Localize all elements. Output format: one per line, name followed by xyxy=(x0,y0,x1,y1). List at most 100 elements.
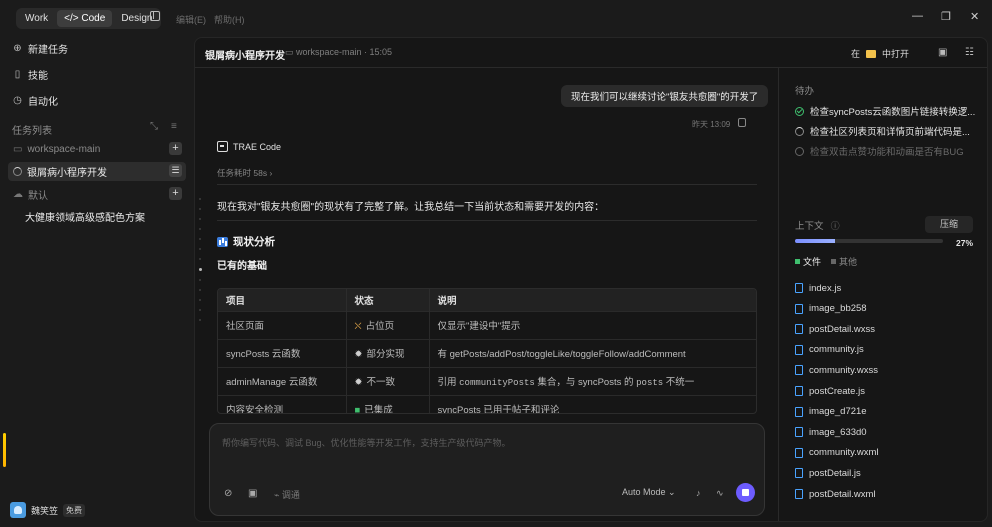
workspace-group-label: workspace-main xyxy=(27,144,101,155)
avatar xyxy=(10,502,26,518)
add-task-button[interactable]: + xyxy=(169,142,182,155)
todo-title: 待办 xyxy=(795,86,815,97)
file-icon xyxy=(795,324,803,335)
basis-heading: 已有的基础 xyxy=(217,261,267,272)
divider xyxy=(217,220,757,221)
skills-button[interactable]: ▯ 技能 xyxy=(12,65,48,83)
cell-note: 引用 communityPosts 集合，与 syncPosts 的 posts… xyxy=(429,366,756,395)
file-item[interactable]: postDetail.wxml xyxy=(795,487,876,501)
file-item[interactable]: community.wxss xyxy=(795,363,878,377)
info-icon[interactable]: ⓘ xyxy=(831,221,840,231)
clock-icon: ◷ xyxy=(13,94,22,106)
file-item[interactable]: index.js xyxy=(795,281,841,295)
open-in-button[interactable]: 在 中打开 xyxy=(851,47,909,60)
file-item[interactable]: postDetail.wxss xyxy=(795,322,875,336)
file-item[interactable]: postCreate.js xyxy=(795,384,865,398)
file-icon xyxy=(795,489,803,499)
menu-edit[interactable]: 编辑(E) xyxy=(176,13,206,26)
cell-status: ■ 已集成 xyxy=(346,394,430,413)
todo-item[interactable]: 检查双击点赞功能和动画是否有BUG xyxy=(795,144,964,158)
tune-button[interactable]: ⌁ 调通 xyxy=(274,488,300,501)
col-header-status: 状态 xyxy=(346,289,430,311)
cell-note: 有 getPosts/addPost/toggleLike/toggleFoll… xyxy=(429,338,756,367)
task-item-active[interactable]: 银屑病小程序开发 ☰ xyxy=(8,162,186,181)
filter-icon[interactable]: ≡ xyxy=(171,121,177,132)
panel-divider xyxy=(778,68,779,521)
image-icon[interactable]: ▣ xyxy=(248,488,257,499)
construction-icon: ⛌ xyxy=(354,321,362,332)
file-name: community.wxss xyxy=(809,364,878,376)
note-text: 引用 xyxy=(437,377,457,388)
check-circle-icon xyxy=(795,106,804,116)
gear-icon: ✹ xyxy=(354,349,363,360)
table-row: syncPosts 云函数 ✹ 部分实现 有 getPosts/addPost/t… xyxy=(218,338,756,367)
mode-code-button[interactable]: </> Code xyxy=(57,10,113,27)
voice-wave-icon[interactable]: ∿ xyxy=(716,488,724,499)
menu-help[interactable]: 帮助(H) xyxy=(214,13,245,26)
title-bar: Work </> Code Design 编辑(E) 帮助(H) — ❐ ✕ xyxy=(0,0,992,36)
todo-text: 检查双击点赞功能和动画是否有BUG xyxy=(810,147,964,158)
file-icon xyxy=(795,283,803,293)
default-group[interactable]: ☁ 默认 + xyxy=(8,185,186,204)
file-icon xyxy=(795,365,803,376)
file-item[interactable]: image_633d0 xyxy=(795,425,867,439)
tab-files[interactable]: 文件 xyxy=(795,255,821,268)
add-task-button-default[interactable]: + xyxy=(169,187,182,200)
automation-button[interactable]: ◷ 自动化 xyxy=(12,91,58,109)
file-icon xyxy=(795,447,803,458)
attach-icon[interactable]: ⊘ xyxy=(224,488,232,499)
table-row: 社区页面 ⛌ 占位页 仅显示"建设中"提示 xyxy=(218,310,756,339)
automation-label: 自动化 xyxy=(28,96,58,108)
file-item[interactable]: image_d721e xyxy=(795,405,867,419)
note-text: 集合，与 syncPosts 的 xyxy=(537,377,634,388)
context-header: 上下文 ⓘ 压缩 xyxy=(795,216,973,234)
stop-button[interactable] xyxy=(736,483,755,502)
status-text: 部分实现 xyxy=(366,349,405,360)
file-icon xyxy=(795,468,803,479)
mode-work-button[interactable]: Work xyxy=(18,10,55,27)
cell-item: 内容安全检测 xyxy=(218,394,347,413)
file-item[interactable]: image_bb258 xyxy=(795,302,867,316)
context-percent: 27% xyxy=(956,238,974,248)
cell-note: syncPosts 已用于帖子和评论 xyxy=(429,394,756,413)
message-time: 昨天 13:09 xyxy=(692,120,731,129)
task-menu-icon[interactable]: ☰ xyxy=(169,164,182,177)
close-icon[interactable]: ✕ xyxy=(970,10,979,23)
workspace-group[interactable]: ▭ workspace-main + xyxy=(8,140,186,159)
todo-item[interactable]: 检查syncPosts云函数图片链接转换逻... xyxy=(795,104,975,118)
file-name: postCreate.js xyxy=(809,385,865,397)
tab-other[interactable]: 其他 xyxy=(831,255,857,268)
table-row: 内容安全检测 ■ 已集成 syncPosts 已用于帖子和评论 xyxy=(218,394,756,413)
user-profile[interactable]: 魏笑笠 免费 xyxy=(10,502,86,518)
task-duration-label: 任务耗时 58s xyxy=(217,168,268,178)
copy-icon[interactable] xyxy=(738,118,746,127)
compress-button[interactable]: 压缩 xyxy=(925,216,973,233)
cloud-icon: ☁ xyxy=(13,189,23,200)
file-name: postDetail.wxml xyxy=(809,488,876,500)
sidebar-toggle-icon[interactable] xyxy=(150,11,160,21)
new-task-button[interactable]: ⊕ 新建任务 xyxy=(12,39,68,57)
analysis-heading-text: 现状分析 xyxy=(233,236,275,248)
file-item[interactable]: postDetail.js xyxy=(795,466,861,480)
col-header-item: 项目 xyxy=(218,289,347,311)
chat-input[interactable] xyxy=(222,436,752,476)
task-duration[interactable]: 任务耗时 58s › xyxy=(217,167,272,179)
terminal-icon[interactable]: ▣ xyxy=(938,47,947,58)
microphone-icon[interactable]: ♪ xyxy=(696,488,701,498)
file-item[interactable]: community.js xyxy=(795,343,864,357)
file-item[interactable]: community.wxml xyxy=(795,446,879,460)
todo-item[interactable]: 检查社区列表页和详情页前端代码是... xyxy=(795,124,970,138)
restore-icon[interactable]: ❐ xyxy=(941,10,951,23)
files-tab-icon xyxy=(795,259,800,264)
skills-label: 技能 xyxy=(28,70,48,82)
collapse-icon[interactable]: ⤡ xyxy=(150,121,158,132)
workspace-info: ▭ workspace-main · 15:05 xyxy=(285,47,392,58)
scroll-indicator xyxy=(3,433,6,467)
status-table: 项目 状态 说明 社区页面 ⛌ 占位页 仅显示"建设中"提示 syncPosts … xyxy=(217,288,757,414)
minimize-icon[interactable]: — xyxy=(912,10,923,22)
tab-other-label: 其他 xyxy=(839,257,858,267)
settings-sliders-icon[interactable]: ☷ xyxy=(965,47,974,58)
file-icon xyxy=(795,344,803,355)
mode-select[interactable]: Auto Mode ⌄ xyxy=(622,487,676,498)
task-item[interactable]: 大健康领域高级感配色方案 xyxy=(8,207,186,226)
